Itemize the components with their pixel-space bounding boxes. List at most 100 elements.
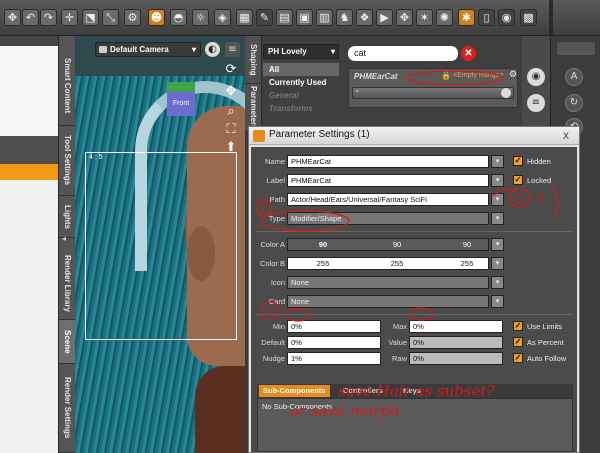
icon-dropdown[interactable]: None (287, 276, 489, 289)
group-item-transforms[interactable]: Transforms (263, 102, 339, 115)
render-camera-icon[interactable]: ▩ (520, 9, 537, 26)
label-field[interactable]: PHMEarCat (287, 174, 489, 187)
tab-scene[interactable]: Scene (59, 320, 76, 364)
zoom-icon[interactable]: ⌕ (223, 104, 239, 120)
clear-search-icon[interactable]: ✕ (461, 46, 476, 61)
close-button[interactable]: X (559, 130, 573, 142)
nudge-field[interactable]: 1% (287, 352, 381, 365)
render-settings-icon[interactable]: ▦ (236, 9, 253, 26)
geometry-editor-icon[interactable]: ◓ (170, 9, 187, 26)
circle-arrow-icon[interactable]: ↻ (565, 94, 583, 112)
dialog-titlebar[interactable]: Parameter Settings (1) X (249, 127, 579, 145)
camera-dropdown[interactable]: Default Camera ▾ (95, 42, 201, 57)
file-icon[interactable]: ▯ (478, 9, 495, 26)
circle-a-icon[interactable]: A (565, 68, 583, 86)
parameter-row[interactable]: PHMEarCat 🔒 <Empty Range> ⚙ - (348, 68, 518, 108)
color-b-b[interactable]: 255 (447, 259, 487, 268)
type-chevron-icon[interactable]: ▾ (491, 212, 504, 225)
spot-render-icon[interactable]: ✎ (256, 9, 273, 26)
raw-field[interactable]: 0% (409, 352, 503, 365)
color-a-chevron-icon[interactable]: ▾ (491, 238, 504, 251)
orbit-icon[interactable]: ⟳ (223, 62, 239, 78)
draw-style-icon[interactable]: ◐ (205, 42, 220, 57)
view-cube-front[interactable]: Front (167, 92, 195, 116)
default-field[interactable]: 0% (287, 336, 381, 349)
smart-content-icon[interactable]: ▥ (316, 9, 333, 26)
node-weight-icon[interactable]: ⬔ (82, 9, 99, 26)
path-chevron-icon[interactable]: ▾ (491, 193, 504, 206)
surface-selection-icon[interactable]: ◈ (214, 9, 231, 26)
slider-knob[interactable] (501, 88, 511, 98)
info-icon[interactable]: ◉ (527, 68, 545, 86)
name-chevron-icon[interactable]: ▾ (491, 155, 504, 168)
lock-icon[interactable]: 🔒 (441, 71, 451, 80)
hidden-checkbox[interactable]: ✓ (513, 156, 523, 166)
right-pane-tab[interactable] (557, 42, 595, 55)
scale-icon[interactable]: ⤡ (102, 9, 119, 26)
pan-icon[interactable]: ✥ (223, 84, 239, 100)
content-library-icon[interactable]: ▣ (296, 9, 313, 26)
tab-smart-content[interactable]: Smart Content (59, 46, 76, 126)
selected-row-highlight[interactable] (0, 164, 58, 180)
group-item-all[interactable]: All (263, 63, 339, 76)
joint-editor-icon[interactable]: ⚙ (124, 9, 141, 26)
tab-render-settings[interactable]: Render Settings (59, 364, 76, 453)
tab-render-library[interactable]: Render Library (59, 248, 76, 320)
render-icon[interactable]: ✺ (436, 9, 453, 26)
puppeteer-icon[interactable]: ✥ (396, 9, 413, 26)
label-chevron-icon[interactable]: ▾ (491, 174, 504, 187)
timeline-icon[interactable]: ▶ (376, 9, 393, 26)
morph-icon[interactable]: ❖ (356, 9, 373, 26)
auto-follow-checkbox[interactable]: ✓ (513, 353, 523, 363)
spider-icon[interactable]: ✱ (458, 9, 475, 26)
content-list-area[interactable] (0, 46, 58, 136)
min-field[interactable]: 0% (287, 320, 381, 333)
parameter-search-input[interactable]: cat (348, 46, 458, 61)
group-item-general[interactable]: General (263, 89, 339, 102)
color-b-g[interactable]: 255 (377, 259, 417, 268)
color-a-g[interactable]: 90 (377, 240, 417, 249)
pose-icon[interactable]: ♞ (336, 9, 353, 26)
group-item-currently-used[interactable]: Currently Used (263, 76, 339, 89)
view-cube-top[interactable] (167, 82, 195, 92)
aux-viewport-icon[interactable]: ▤ (276, 9, 293, 26)
viewport-menu-icon[interactable]: ≡ (225, 42, 240, 57)
name-field[interactable]: PHMEarCat (287, 155, 489, 168)
sub-components-list[interactable]: No Sub-Components (257, 398, 573, 452)
icon-chevron-icon[interactable]: ▾ (491, 276, 504, 289)
color-b-r[interactable]: 255 (303, 259, 343, 268)
tab-shaping[interactable]: Shaping (245, 36, 262, 84)
tab-keys[interactable]: Keys (399, 385, 425, 397)
max-field[interactable]: 0% (409, 320, 503, 333)
collapse-left-icon[interactable]: ◂ (62, 234, 66, 243)
tab-tool-settings[interactable]: Tool Settings (59, 126, 76, 196)
locked-checkbox[interactable]: ✓ (513, 175, 523, 185)
path-field[interactable]: Actor/Head/Ears/Universal/Fantasy SciFi (287, 193, 489, 206)
card-dropdown[interactable]: None (287, 295, 489, 308)
frame-icon[interactable]: ⛶ (223, 122, 239, 138)
redo-icon[interactable]: ↷ (40, 9, 57, 26)
region-navigator-icon[interactable]: ☼ (192, 9, 209, 26)
tab-parameters[interactable]: Parameters (245, 84, 262, 132)
tab-lights[interactable]: Lights (59, 196, 76, 238)
color-a-b[interactable]: 90 (447, 240, 487, 249)
gear-icon[interactable]: ⚙ (509, 70, 517, 80)
node-dropdown[interactable]: PH Lovely ▾ (263, 44, 339, 59)
color-a-r[interactable]: 90 (303, 240, 343, 249)
value-field[interactable]: 0% (409, 336, 503, 349)
card-chevron-icon[interactable]: ▾ (491, 295, 504, 308)
universal-tool-icon[interactable]: ✥ (4, 9, 21, 26)
view-cube[interactable]: Front (167, 82, 195, 116)
use-limits-checkbox[interactable]: ✓ (513, 321, 523, 331)
move-arrows-icon[interactable]: ✛ (61, 9, 78, 26)
viewport-3d[interactable]: Default Camera ▾ ◐ ≡ Front ⟳ ✥ ⌕ ⛶ ⬆ 4 :… (75, 36, 245, 453)
menu-icon[interactable]: ≡ (527, 94, 545, 112)
figure-tool-icon[interactable]: ☻ (148, 9, 165, 26)
color-b-chevron-icon[interactable]: ▾ (491, 257, 504, 270)
tab-controllers[interactable]: Controllers (339, 385, 387, 397)
camera-icon[interactable]: ◉ (498, 9, 515, 26)
as-percent-checkbox[interactable]: ✓ (513, 337, 523, 347)
parameter-slider[interactable]: - (352, 86, 514, 99)
undo-icon[interactable]: ↶ (22, 9, 39, 26)
content-list-area-lower[interactable] (0, 180, 58, 453)
